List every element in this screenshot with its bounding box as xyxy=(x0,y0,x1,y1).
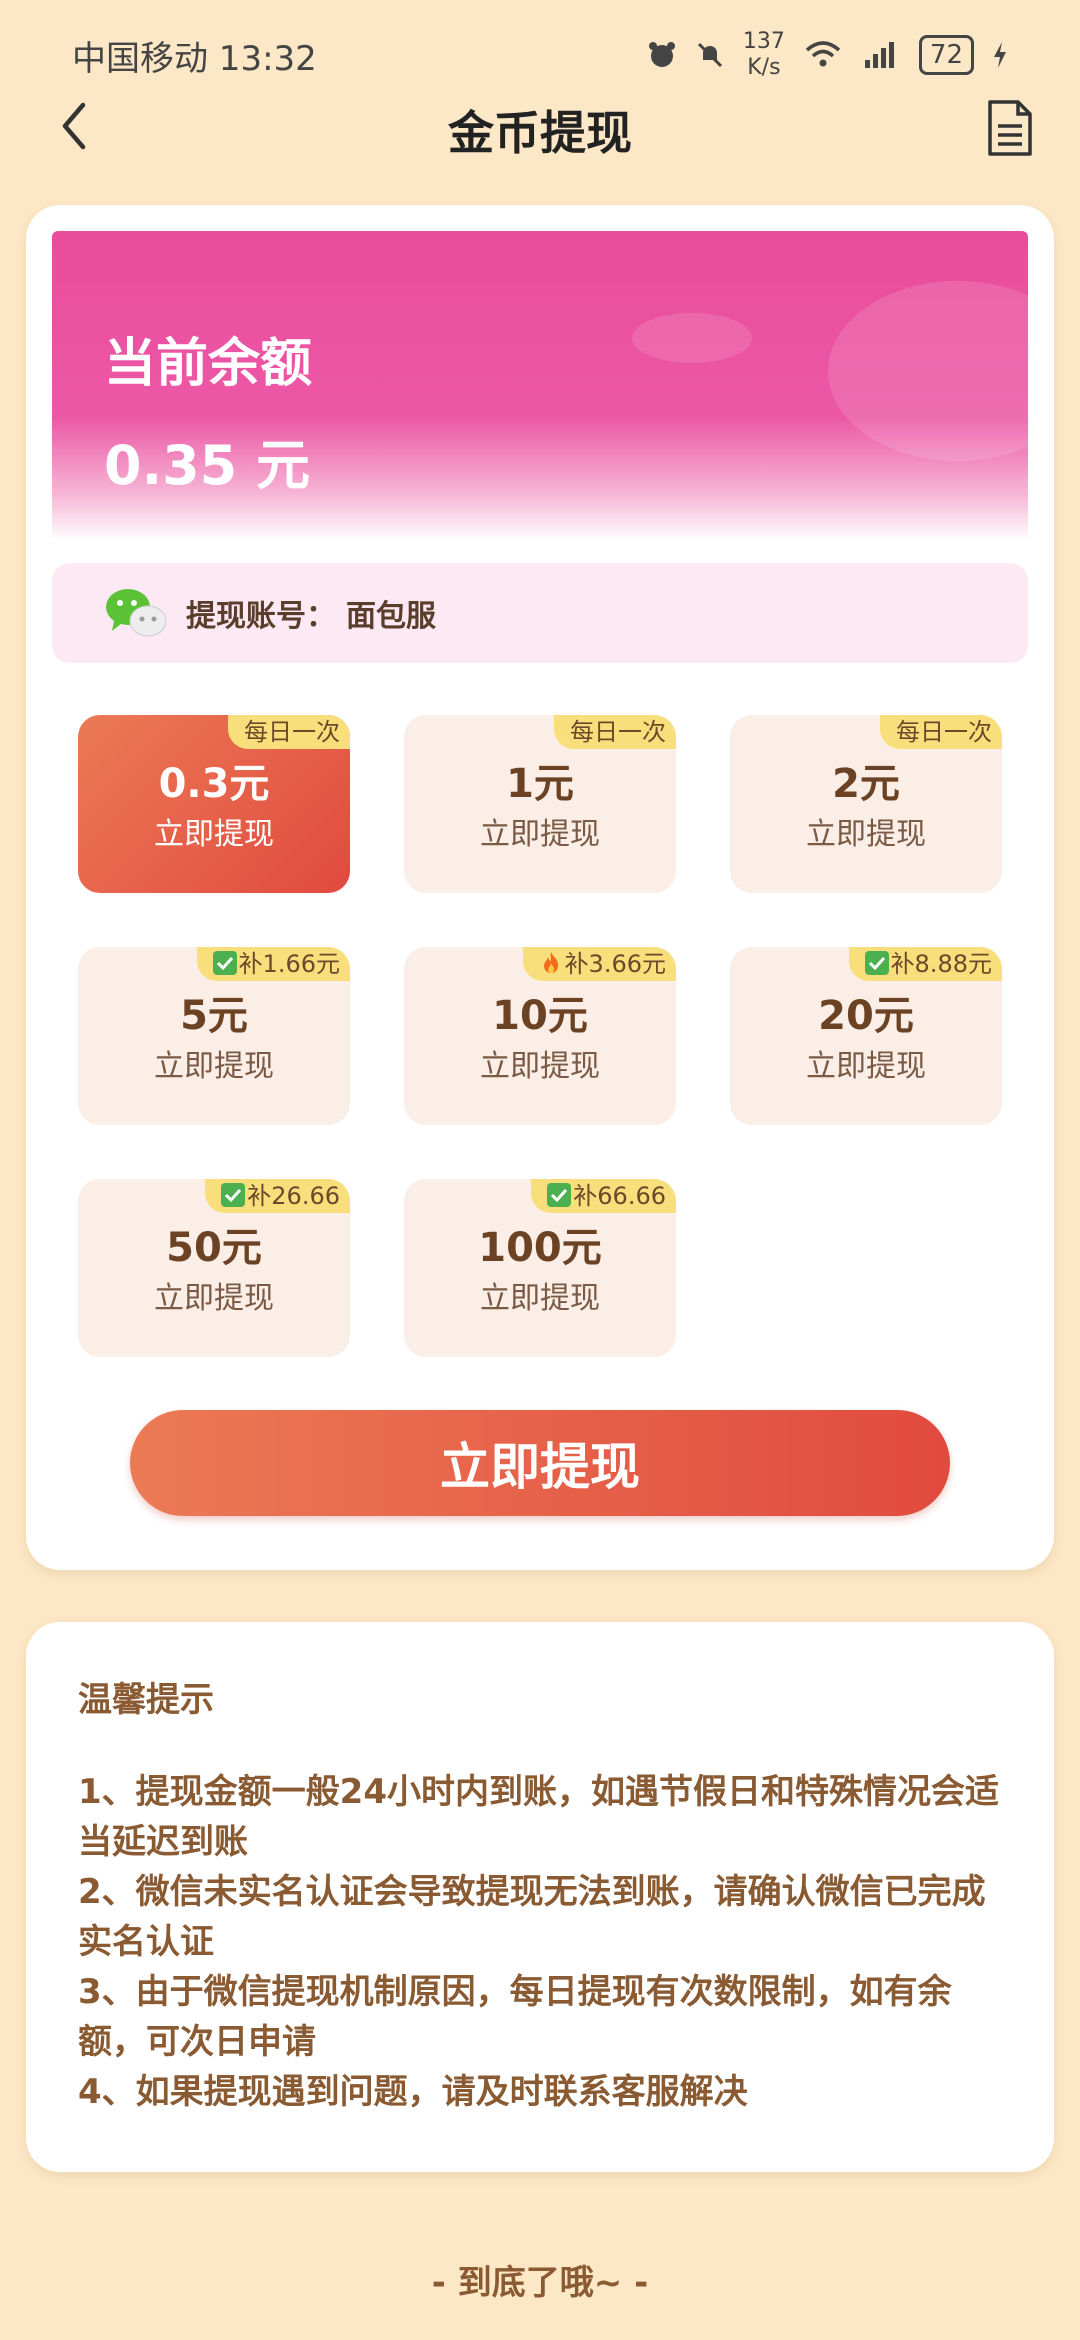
check-icon xyxy=(547,1183,572,1207)
option-tag: 补8.88元 xyxy=(848,947,1002,981)
option-amount: 0.3元 xyxy=(158,761,270,807)
amount-option[interactable]: 补1.66元 5元 立即提现 xyxy=(78,947,350,1125)
tips-card: 温馨提示 1、提现金额一般24小时内到账，如遇节假日和特殊情况会适当延迟到账 2… xyxy=(26,1622,1054,2172)
tag-text: 补26.66 xyxy=(247,1182,340,1210)
option-label: 立即提现 xyxy=(480,1281,600,1316)
mute-icon xyxy=(697,42,722,68)
tag-text: 补8.88元 xyxy=(890,950,992,978)
charging-icon xyxy=(994,42,1006,68)
tag-text: 每日一次 xyxy=(244,718,340,746)
withdraw-card: 当前余额 0.35 元 提现账号： 面包服 每日一次 0.3元 立即提现 每日一次… xyxy=(26,205,1054,1570)
account-label: 提现账号： xyxy=(186,599,336,634)
tag-text: 每日一次 xyxy=(570,718,666,746)
carrier-time: 中国移动 13:32 xyxy=(72,38,317,79)
tag-text: 每日一次 xyxy=(896,718,992,746)
speed-value: 137 xyxy=(742,29,785,54)
check-icon xyxy=(221,1183,246,1207)
option-label: 立即提现 xyxy=(154,1281,274,1316)
option-amount: 2元 xyxy=(832,761,900,807)
wifi-icon xyxy=(805,41,841,67)
amount-option[interactable]: 补66.66 100元 立即提现 xyxy=(404,1179,676,1357)
back-button[interactable] xyxy=(44,96,104,156)
page-title: 金币提现 xyxy=(448,106,632,160)
amount-option[interactable]: 每日一次 0.3元 立即提现 xyxy=(78,715,350,893)
check-icon xyxy=(864,951,889,975)
decor-bubble xyxy=(828,281,1028,461)
option-label: 立即提现 xyxy=(154,1049,274,1084)
withdraw-account: 提现账号： 面包服 xyxy=(52,563,1028,663)
check-icon xyxy=(212,951,237,975)
chevron-left-icon xyxy=(62,102,86,150)
option-label: 立即提现 xyxy=(480,817,600,852)
tip-item: 4、如果提现遇到问题，请及时联系客服解决 xyxy=(78,2072,748,2112)
fire-icon xyxy=(543,952,558,973)
option-amount: 50元 xyxy=(166,1225,262,1271)
status-icons: 137 K/s 72 xyxy=(647,29,1008,81)
option-label: 立即提现 xyxy=(806,817,926,852)
withdraw-button[interactable]: 立即提现 xyxy=(130,1410,950,1516)
account-text: 提现账号： 面包服 xyxy=(186,591,436,635)
option-label: 立即提现 xyxy=(154,817,274,852)
amount-option[interactable]: 补26.66 50元 立即提现 xyxy=(78,1179,350,1357)
speed-unit: K/s xyxy=(747,55,781,80)
option-amount: 1元 xyxy=(506,761,574,807)
tag-text: 补1.66元 xyxy=(238,950,340,978)
option-amount: 100元 xyxy=(478,1225,602,1271)
wechat-icon xyxy=(106,589,167,637)
tag-text: 补3.66元 xyxy=(564,950,666,978)
option-amount: 20元 xyxy=(818,993,914,1039)
battery-indicator: 72 xyxy=(918,35,974,75)
option-label: 立即提现 xyxy=(480,1049,600,1084)
option-amount: 10元 xyxy=(492,993,588,1039)
tip-item: 3、由于微信提现机制原因，每日提现有次数限制，如有余额，可次日申请 xyxy=(78,1972,952,2062)
end-of-list-text: - 到底了哦~ - xyxy=(431,2263,649,2303)
option-amount: 5元 xyxy=(180,993,248,1039)
option-tag: 每日一次 xyxy=(554,715,676,749)
tag-text: 补66.66 xyxy=(573,1182,666,1210)
nav-bar: 金币提现 xyxy=(0,90,1080,170)
option-tag: 补1.66元 xyxy=(196,947,350,981)
alarm-icon xyxy=(648,42,675,67)
option-label: 立即提现 xyxy=(806,1049,926,1084)
network-speed: 137 K/s xyxy=(743,29,785,81)
option-tag: 每日一次 xyxy=(228,715,350,749)
decor-bubble xyxy=(632,313,752,363)
amount-option[interactable]: 每日一次 2元 立即提现 xyxy=(730,715,1002,893)
tip-item: 1、提现金额一般24小时内到账，如遇节假日和特殊情况会适当延迟到账 xyxy=(78,1772,999,1862)
amount-option[interactable]: 补8.88元 20元 立即提现 xyxy=(730,947,1002,1125)
balance-label: 当前余额 xyxy=(104,334,313,394)
amount-option[interactable]: 补3.66元 10元 立即提现 xyxy=(404,947,676,1125)
tip-item: 2、微信未实名认证会导致提现无法到账，请确认微信已完成实名认证 xyxy=(78,1872,986,1962)
signal-icon xyxy=(864,42,894,68)
balance-banner: 当前余额 0.35 元 xyxy=(52,231,1028,541)
option-tag: 补3.66元 xyxy=(522,947,676,981)
tips-title: 温馨提示 xyxy=(78,1680,214,1720)
records-button[interactable] xyxy=(982,98,1038,158)
balance-value: 0.35 元 xyxy=(104,434,311,497)
account-name: 面包服 xyxy=(346,599,436,634)
option-tag: 补66.66 xyxy=(531,1179,676,1213)
document-icon xyxy=(988,100,1032,156)
option-tag: 每日一次 xyxy=(880,715,1002,749)
option-tag: 补26.66 xyxy=(205,1179,350,1213)
amount-option[interactable]: 每日一次 1元 立即提现 xyxy=(404,715,676,893)
